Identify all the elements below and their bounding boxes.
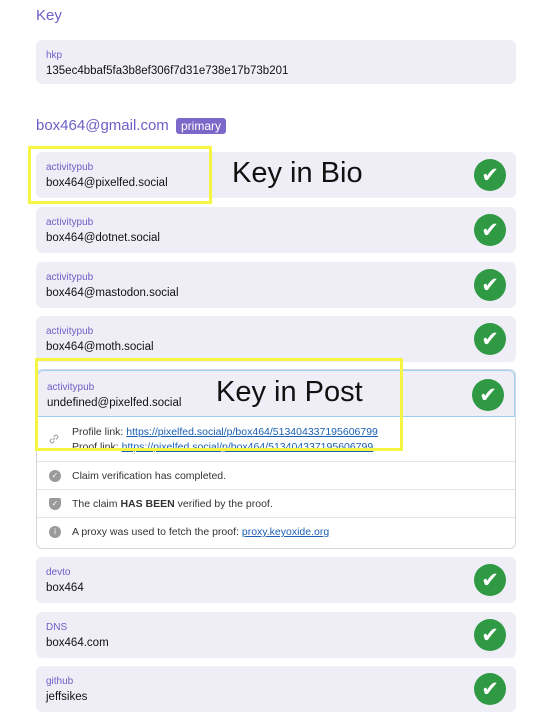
status-verified-row: ✓ The claim HAS BEEN verified by the pro… xyxy=(37,489,515,517)
proxy-text: A proxy was used to fetch the proof: xyxy=(72,526,242,538)
primary-badge: primary xyxy=(176,118,227,134)
claim-value: jeffsikes xyxy=(46,691,88,703)
check-icon: ✔ xyxy=(472,379,504,411)
status-verified-pre: The claim xyxy=(72,498,121,510)
claim-card[interactable]: activitypub box464@dotnet.social ✔ xyxy=(36,207,516,253)
identity-email[interactable]: box464@gmail.com xyxy=(36,117,169,134)
check-icon: ✔ xyxy=(474,269,506,301)
check-icon: ✔ xyxy=(474,159,506,191)
claim-protocol: github xyxy=(46,676,74,687)
claim-value: box464@moth.social xyxy=(46,341,154,353)
claim-card[interactable]: DNS box464.com ✔ xyxy=(36,612,516,658)
check-icon: ✔ xyxy=(474,323,506,355)
claim-protocol: activitypub xyxy=(46,272,94,283)
key-in-bio-highlight xyxy=(28,146,212,204)
key-in-bio-label: Key in Bio xyxy=(232,157,363,189)
claim-card[interactable]: activitypub box464@mastodon.social ✔ xyxy=(36,262,516,308)
status-verified-bold: HAS BEEN xyxy=(120,498,175,510)
key-protocol: hkp xyxy=(46,50,63,61)
verified-badge-icon: ✓ xyxy=(49,470,61,482)
claim-protocol: devto xyxy=(46,567,71,578)
key-in-post-label: Key in Post xyxy=(216,376,363,408)
status-completed-text: Claim verification has completed. xyxy=(72,470,227,482)
claim-value: box464.com xyxy=(46,637,109,649)
claim-card[interactable]: devto box464 ✔ xyxy=(36,557,516,603)
check-icon: ✔ xyxy=(474,673,506,705)
status-completed-row: ✓ Claim verification has completed. xyxy=(37,461,515,489)
check-icon: ✔ xyxy=(474,619,506,651)
claim-value: box464 xyxy=(46,582,84,594)
status-verified-post: verified by the proof. xyxy=(174,498,273,510)
claim-value: box464@dotnet.social xyxy=(46,232,160,244)
proxy-link[interactable]: proxy.keyoxide.org xyxy=(242,526,329,538)
shield-icon: ✓ xyxy=(49,498,61,510)
claim-protocol: DNS xyxy=(46,622,68,633)
claim-protocol: activitypub xyxy=(46,326,94,337)
check-icon: ✔ xyxy=(474,564,506,596)
info-icon: i xyxy=(49,526,61,538)
claim-card[interactable]: activitypub box464@moth.social ✔ xyxy=(36,316,516,362)
claim-protocol: activitypub xyxy=(46,217,94,228)
claim-value: box464@mastodon.social xyxy=(46,287,179,299)
section-title-key: Key xyxy=(36,7,62,24)
key-card: hkp 135ec4bbaf5fa3b8ef306f7d31e738e17b73… xyxy=(36,40,516,84)
key-fingerprint: 135ec4bbaf5fa3b8ef306f7d31e738e17b73b201 xyxy=(46,65,289,77)
claim-card[interactable]: github jeffsikes ✔ xyxy=(36,666,516,712)
check-icon: ✔ xyxy=(474,214,506,246)
proxy-row: i A proxy was used to fetch the proof: p… xyxy=(37,517,515,545)
